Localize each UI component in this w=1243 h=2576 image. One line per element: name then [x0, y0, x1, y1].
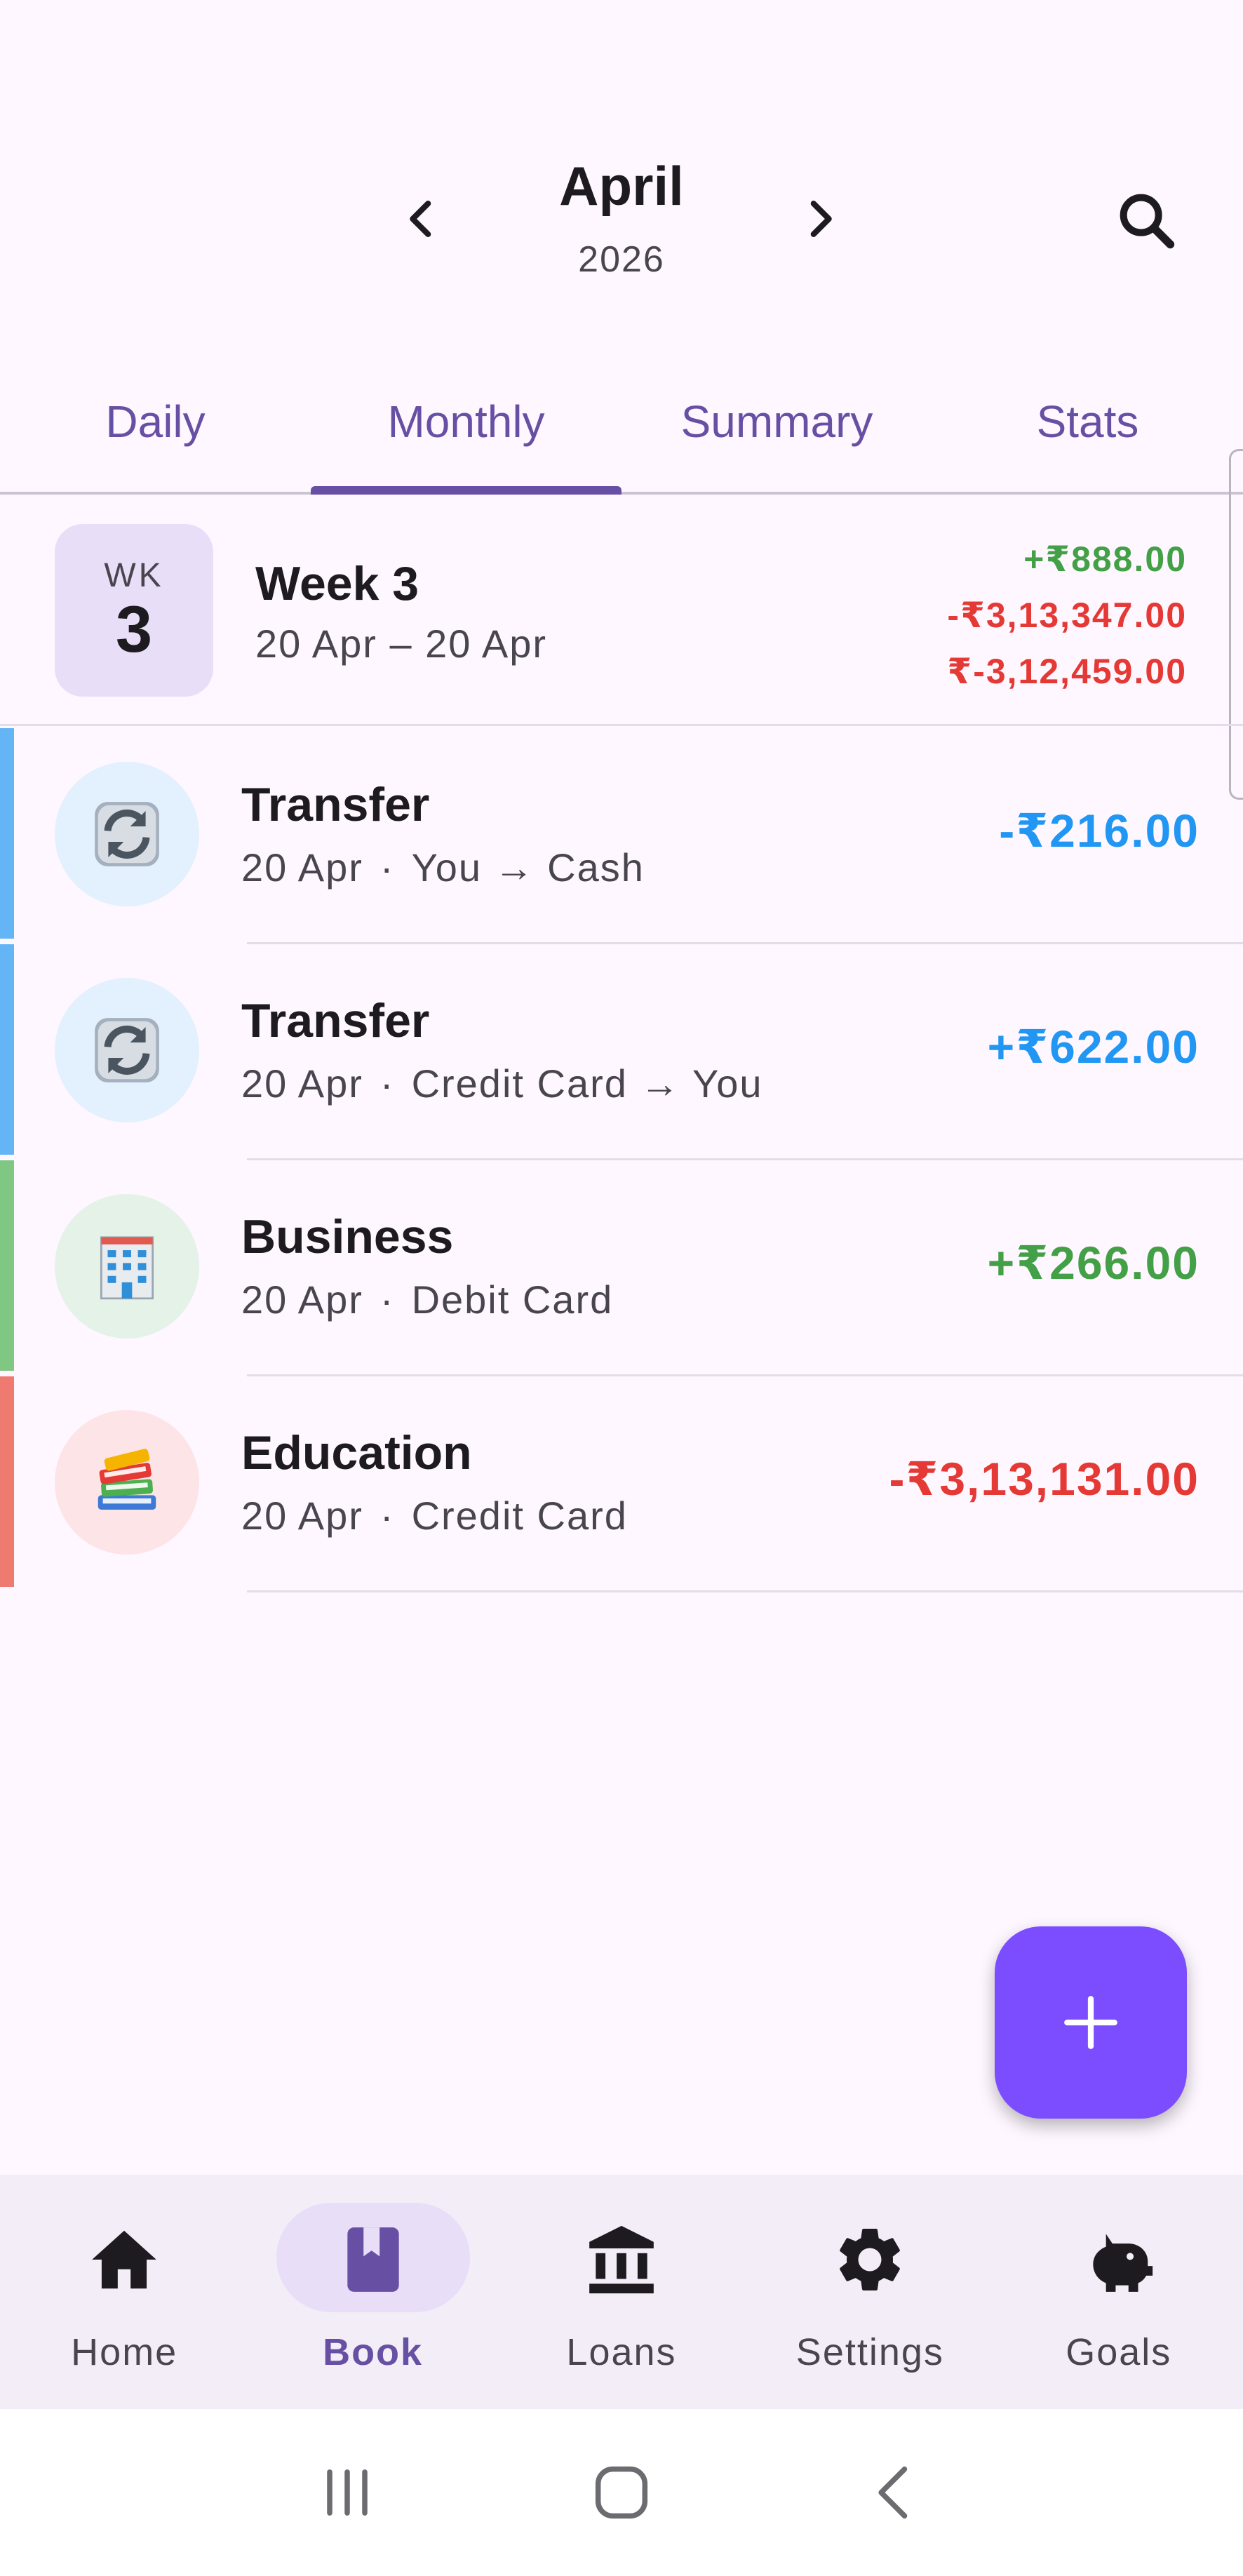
nav-label: Settings — [795, 2331, 944, 2373]
meta-separator: · — [379, 1494, 395, 1538]
nav-item-book[interactable]: Book — [248, 2175, 497, 2409]
nav-item-loans[interactable]: Loans — [497, 2175, 746, 2409]
week-badge-label: WK — [104, 557, 164, 595]
transaction-account: You → Cash — [411, 845, 645, 890]
week-summary-row[interactable]: WK 3 Week 3 20 Apr – 20 Apr +₹888.00 -₹3… — [0, 495, 1243, 726]
transaction-amount: -₹3,13,131.00 — [889, 1453, 1200, 1505]
transaction-meta: 20 Apr · Credit Card → You — [241, 1061, 762, 1106]
transaction-account: Credit Card → You — [411, 1061, 763, 1106]
office-building-icon — [100, 1236, 154, 1300]
tab-stats[interactable]: Stats — [932, 351, 1243, 492]
week-badge: WK 3 — [55, 524, 213, 697]
bottom-navigation: Home Book Loans Settings Goals — [0, 2175, 1243, 2409]
transfer-icon — [95, 802, 159, 866]
view-tabs: Daily Monthly Summary Stats — [0, 351, 1243, 495]
transaction-account: Debit Card — [411, 1277, 614, 1322]
nav-label: Goals — [1066, 2331, 1172, 2373]
transaction-meta: 20 Apr · You → Cash — [241, 845, 645, 890]
nav-label: Home — [71, 2331, 178, 2373]
row-divider — [247, 1590, 1243, 1592]
book-icon — [335, 2221, 412, 2298]
recent-apps-button[interactable] — [305, 2450, 389, 2535]
chevron-left-icon — [410, 201, 431, 237]
home-icon — [86, 2221, 163, 2298]
nav-label: Loans — [566, 2331, 677, 2373]
books-icon — [98, 1449, 156, 1510]
recent-apps-icon — [327, 2469, 368, 2516]
month-title[interactable]: April — [481, 154, 762, 218]
transaction-icon — [55, 1194, 199, 1339]
next-month-button[interactable] — [779, 177, 863, 261]
year-label: 2026 — [578, 239, 665, 280]
transaction-title: Transfer — [241, 994, 430, 1047]
home-square-icon — [595, 2466, 648, 2519]
transaction-row[interactable]: Education 20 Apr · Credit Card -₹3,13,131.… — [0, 1376, 1243, 1592]
gear-icon — [831, 2221, 908, 2298]
nav-label: Book — [323, 2331, 424, 2373]
nav-item-home[interactable]: Home — [0, 2175, 248, 2409]
transaction-amount: +₹622.00 — [987, 1021, 1200, 1073]
week-income: +₹888.00 — [1023, 539, 1187, 579]
meta-separator: · — [379, 1277, 395, 1322]
previous-month-button[interactable] — [379, 177, 463, 261]
category-color-bar — [0, 944, 14, 1155]
piggy-bank-icon — [1080, 2221, 1157, 2298]
week-title: Week 3 — [255, 557, 419, 610]
tab-daily[interactable]: Daily — [0, 351, 311, 492]
tab-summary[interactable]: Summary — [622, 351, 932, 492]
week-totals: +₹888.00 -₹3,13,347.00 ₹-3,12,459.00 — [947, 531, 1187, 699]
transaction-title: Transfer — [241, 778, 430, 831]
transaction-amount: +₹266.00 — [987, 1237, 1200, 1289]
transaction-row[interactable]: Transfer 20 Apr · Credit Card → You +₹622.… — [0, 944, 1243, 1160]
transaction-title: Business — [241, 1210, 454, 1263]
week-expense: -₹3,13,347.00 — [947, 596, 1187, 635]
plus-icon — [1064, 1996, 1117, 2049]
transaction-icon — [55, 1410, 199, 1555]
nav-item-settings[interactable]: Settings — [746, 2175, 994, 2409]
back-system-button[interactable] — [854, 2450, 938, 2535]
month-header: April 2026 — [0, 0, 1243, 330]
add-transaction-button[interactable] — [995, 1926, 1187, 2119]
transaction-date: 20 Apr — [241, 1061, 363, 1106]
category-color-bar — [0, 1376, 14, 1587]
bank-icon — [583, 2221, 660, 2298]
category-color-bar — [0, 728, 14, 939]
meta-separator: · — [379, 1061, 395, 1106]
tab-monthly[interactable]: Monthly — [311, 351, 622, 495]
transfer-icon — [95, 1018, 159, 1082]
chevron-right-icon — [810, 201, 832, 237]
transaction-row[interactable]: Business 20 Apr · Debit Card +₹266.00 — [0, 1160, 1243, 1376]
transaction-icon — [55, 978, 199, 1122]
transaction-meta: 20 Apr · Debit Card — [241, 1277, 613, 1322]
search-button[interactable] — [1101, 175, 1192, 267]
week-badge-number: 3 — [115, 592, 153, 666]
transaction-date: 20 Apr — [241, 845, 363, 890]
nav-item-goals[interactable]: Goals — [995, 2175, 1243, 2409]
transaction-list: Transfer 20 Apr · You → Cash -₹216.00 Tran… — [0, 728, 1243, 1592]
back-icon — [878, 2466, 907, 2519]
search-icon — [1120, 194, 1175, 249]
transaction-date: 20 Apr — [241, 1494, 363, 1538]
week-date-range: 20 Apr – 20 Apr — [255, 622, 548, 666]
transaction-row[interactable]: Transfer 20 Apr · You → Cash -₹216.00 — [0, 728, 1243, 944]
transaction-meta: 20 Apr · Credit Card — [241, 1493, 628, 1538]
home-system-button[interactable] — [579, 2450, 664, 2535]
category-color-bar — [0, 1160, 14, 1371]
transaction-amount: -₹216.00 — [999, 805, 1200, 857]
transaction-title: Education — [241, 1426, 472, 1480]
transaction-date: 20 Apr — [241, 1277, 363, 1322]
system-navigation-bar — [0, 2409, 1243, 2576]
transaction-account: Credit Card — [411, 1494, 628, 1538]
meta-separator: · — [379, 845, 395, 890]
week-total: ₹-3,12,459.00 — [947, 652, 1187, 691]
transaction-icon — [55, 762, 199, 906]
